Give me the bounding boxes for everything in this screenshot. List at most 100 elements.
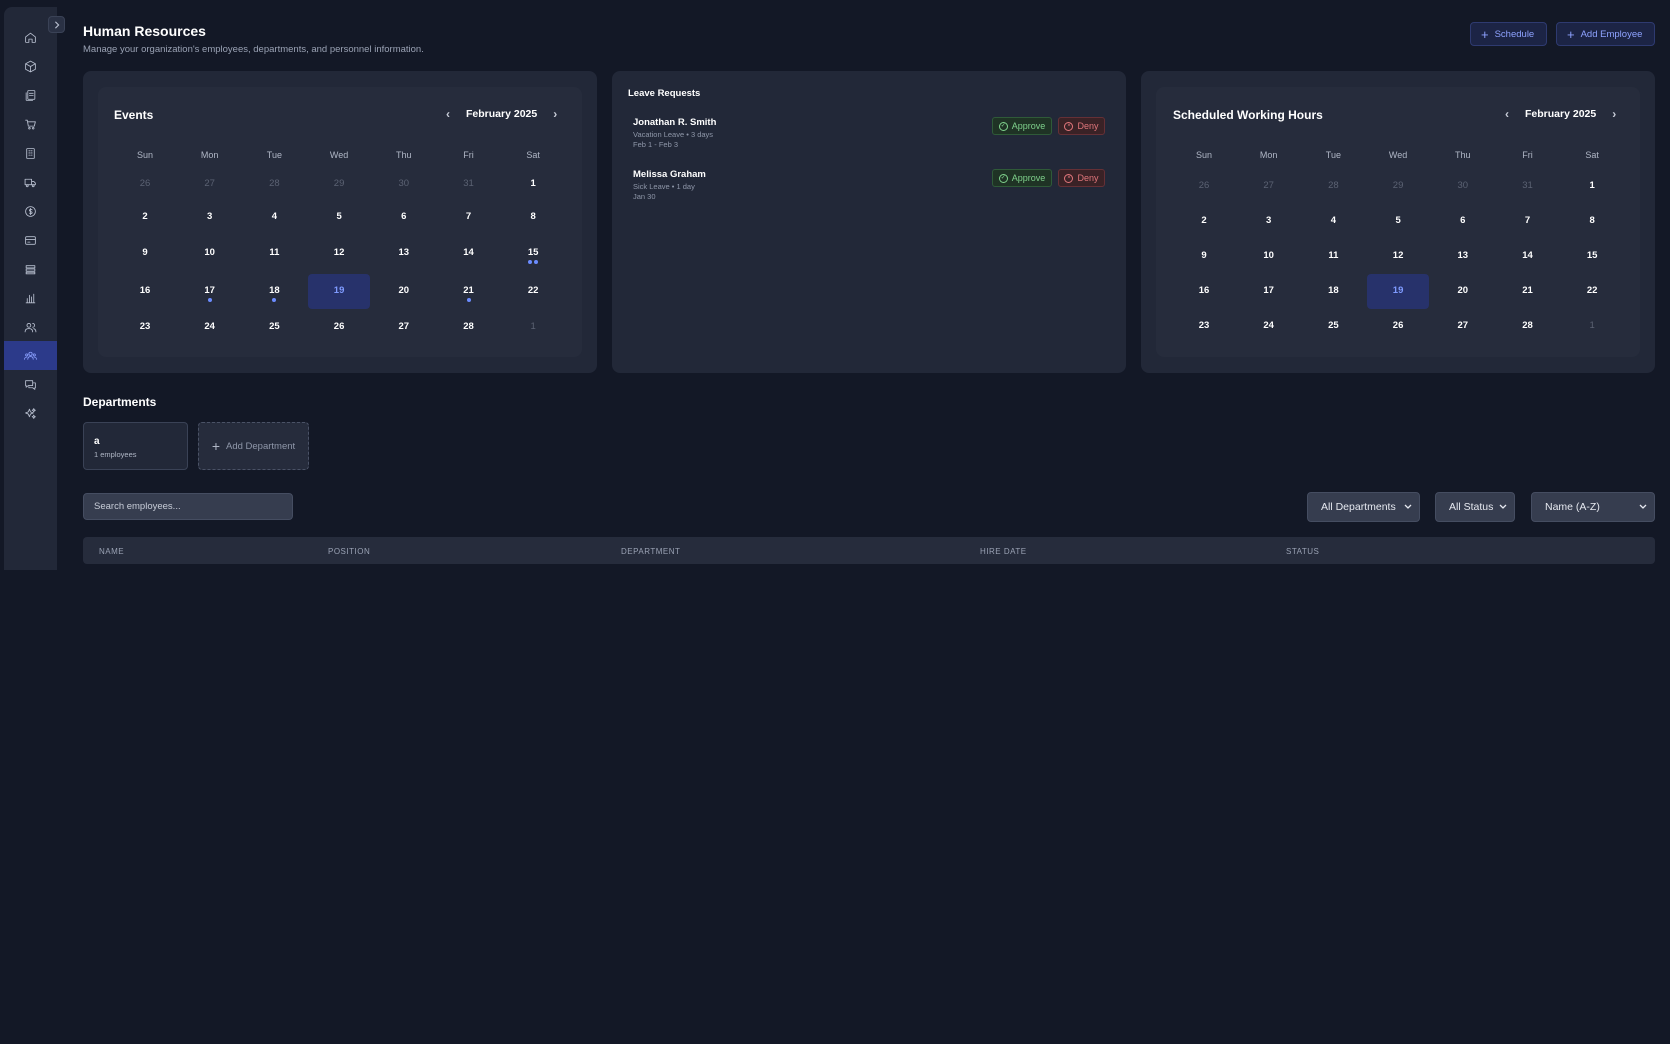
column-header-hire-date[interactable]: HIRE DATE [980,547,1027,556]
calendar-day[interactable]: 6 [1432,215,1494,226]
column-header-department[interactable]: DEPARTMENT [621,547,680,556]
calendar-day[interactable]: 4 [1302,215,1364,226]
prev-month-button[interactable]: ‹ [440,107,456,121]
calendar-day[interactable]: 23 [114,321,176,332]
calendar-day[interactable]: 3 [179,211,241,222]
calendar-day[interactable]: 21 [438,285,500,302]
sidebar-item-documents[interactable] [4,81,57,110]
calendar-day[interactable]: 29 [1367,180,1429,191]
sidebar-item-payments[interactable] [4,226,57,255]
calendar-day[interactable]: 31 [1497,180,1559,191]
calendar-day[interactable]: 11 [1302,250,1364,261]
calendar-day[interactable]: 8 [1561,215,1623,226]
calendar-day[interactable]: 24 [1238,320,1300,331]
calendar-day[interactable]: 22 [1561,285,1623,296]
calendar-day[interactable]: 22 [502,285,564,296]
add-employee-button[interactable]: + Add Employee [1556,22,1655,46]
calendar-day[interactable]: 8 [502,211,564,222]
calendar-day[interactable]: 27 [179,178,241,189]
department-card[interactable]: a 1 employees [83,422,188,470]
calendar-day[interactable]: 20 [373,285,435,296]
sidebar-item-users[interactable] [4,313,57,342]
calendar-day[interactable]: 29 [308,178,370,189]
calendar-day[interactable]: 25 [243,321,305,332]
calendar-day[interactable]: 7 [438,211,500,222]
deny-button[interactable]: × Deny [1058,117,1105,135]
calendar-day[interactable]: 24 [179,321,241,332]
column-header-status[interactable]: STATUS [1286,547,1319,556]
department-filter-select[interactable]: All Departments [1307,492,1420,522]
prev-month-button[interactable]: ‹ [1499,107,1515,121]
column-header-position[interactable]: POSITION [328,547,370,556]
sidebar-item-finance[interactable] [4,197,57,226]
calendar-day[interactable]: 23 [1173,320,1235,331]
calendar-day[interactable]: 1 [502,178,564,189]
calendar-day[interactable]: 10 [179,247,241,258]
calendar-day[interactable]: 9 [1173,250,1235,261]
calendar-day[interactable]: 27 [373,321,435,332]
calendar-day[interactable]: 26 [308,321,370,332]
calendar-day[interactable]: 30 [373,178,435,189]
status-filter-select[interactable]: All Status [1435,492,1515,522]
calendar-day[interactable]: 6 [373,211,435,222]
next-month-button[interactable]: › [547,107,563,121]
calendar-day[interactable]: 1 [1561,180,1623,191]
calendar-day[interactable]: 28 [243,178,305,189]
calendar-day[interactable]: 9 [114,247,176,258]
calendar-day[interactable]: 14 [1497,250,1559,261]
sidebar-item-building[interactable] [4,139,57,168]
calendar-day[interactable]: 16 [1173,285,1235,296]
calendar-day[interactable]: 12 [308,247,370,258]
sidebar-item-inventory[interactable] [4,52,57,81]
calendar-day[interactable]: 27 [1432,320,1494,331]
sidebar-item-database[interactable] [4,255,57,284]
deny-button[interactable]: × Deny [1058,169,1105,187]
calendar-day[interactable]: 1 [1561,320,1623,331]
sidebar-item-cart[interactable] [4,110,57,139]
add-department-button[interactable]: + Add Department [198,422,309,470]
calendar-day[interactable]: 18 [1302,285,1364,296]
approve-button[interactable]: ✓ Approve [992,117,1052,135]
sidebar-item-messages[interactable] [4,370,57,399]
sort-select[interactable]: Name (A-Z) [1531,492,1655,522]
calendar-day[interactable]: 17 [1238,285,1300,296]
sidebar-item-analytics[interactable] [4,284,57,313]
approve-button[interactable]: ✓ Approve [992,169,1052,187]
calendar-day[interactable]: 5 [1367,215,1429,226]
calendar-day[interactable]: 19 [1367,274,1430,309]
calendar-day[interactable]: 7 [1497,215,1559,226]
calendar-day[interactable]: 28 [438,321,500,332]
calendar-day[interactable]: 26 [1367,320,1429,331]
sidebar-item-shipping[interactable] [4,168,57,197]
calendar-day[interactable]: 27 [1238,180,1300,191]
calendar-day[interactable]: 1 [502,321,564,332]
sidebar-item-human-resources[interactable] [4,341,57,370]
calendar-day[interactable]: 26 [1173,180,1235,191]
calendar-day[interactable]: 11 [243,247,305,258]
calendar-day[interactable]: 14 [438,247,500,258]
next-month-button[interactable]: › [1606,107,1622,121]
calendar-day[interactable]: 31 [438,178,500,189]
calendar-day[interactable]: 4 [243,211,305,222]
calendar-day[interactable]: 13 [373,247,435,258]
calendar-day[interactable]: 5 [308,211,370,222]
calendar-day[interactable]: 18 [243,285,305,302]
calendar-day[interactable]: 30 [1432,180,1494,191]
calendar-day[interactable]: 21 [1497,285,1559,296]
calendar-day[interactable]: 3 [1238,215,1300,226]
calendar-day[interactable]: 15 [502,247,564,264]
calendar-day[interactable]: 2 [1173,215,1235,226]
calendar-day[interactable]: 15 [1561,250,1623,261]
calendar-day[interactable]: 25 [1302,320,1364,331]
calendar-day[interactable]: 12 [1367,250,1429,261]
sidebar-item-ai[interactable] [4,399,57,428]
calendar-day[interactable]: 17 [179,285,241,302]
schedule-button[interactable]: + Schedule [1470,22,1547,46]
column-header-name[interactable]: NAME [99,547,124,556]
calendar-day[interactable]: 13 [1432,250,1494,261]
calendar-day[interactable]: 19 [308,274,371,309]
sidebar-toggle-button[interactable] [48,16,65,33]
calendar-day[interactable]: 28 [1302,180,1364,191]
calendar-day[interactable]: 16 [114,285,176,296]
calendar-day[interactable]: 2 [114,211,176,222]
